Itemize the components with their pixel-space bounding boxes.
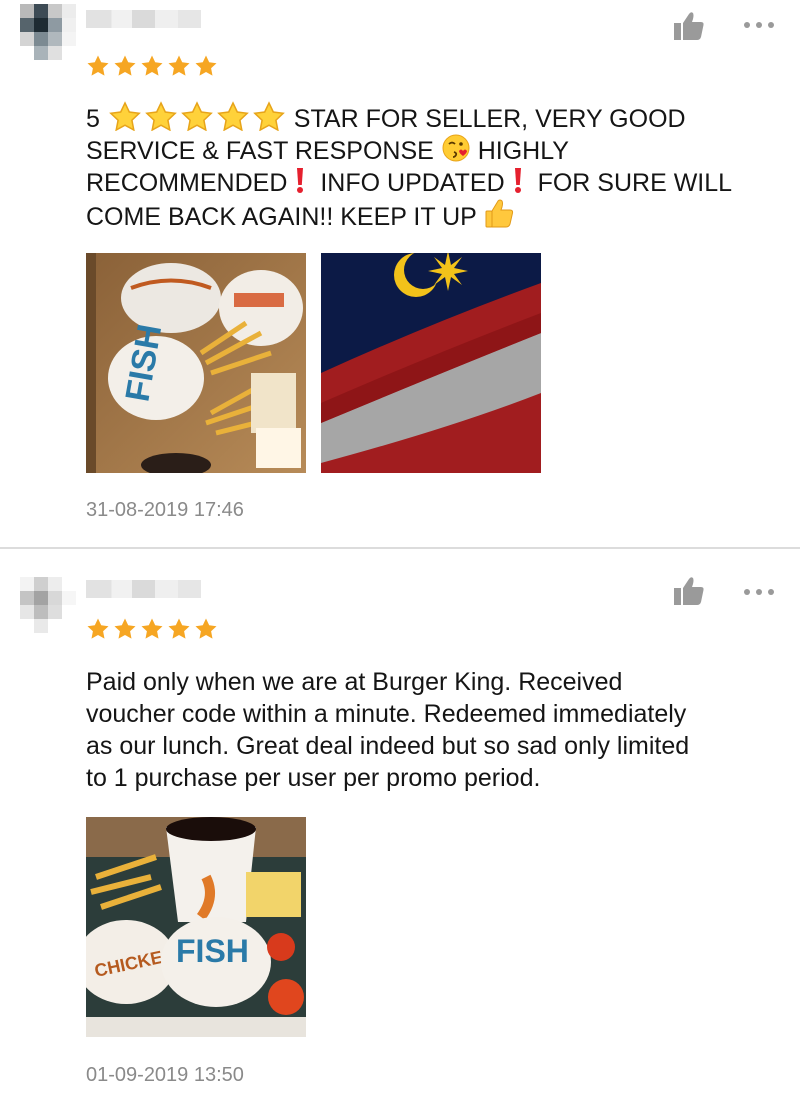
star-icon — [168, 618, 190, 639]
avatar[interactable] — [20, 4, 76, 60]
review-timestamp: 01-09-2019 13:50 — [86, 1064, 244, 1086]
star-icon — [141, 618, 163, 639]
review-photo-malaysia-flag[interactable] — [321, 253, 541, 473]
review-item: 5 STAR FOR SELLER, VERY GOOD SERVICE & F… — [0, 0, 800, 547]
star-icon — [168, 55, 190, 76]
username — [86, 10, 201, 28]
thumbs-up-icon[interactable] — [672, 10, 706, 42]
svg-text:FISH: FISH — [176, 933, 249, 969]
star-icon — [141, 55, 163, 76]
avatar[interactable] — [20, 577, 76, 633]
star-icon — [195, 618, 217, 639]
thumbs-up-emoji-icon — [483, 197, 515, 237]
username — [86, 580, 201, 598]
star-icon — [87, 618, 109, 639]
star-icon — [195, 55, 217, 76]
review-timestamp: 31-08-2019 17:46 — [86, 499, 244, 521]
star-icon — [87, 55, 109, 76]
more-options-icon[interactable] — [744, 20, 778, 30]
review-photo-burger-meal[interactable]: FISH — [86, 253, 306, 473]
review-item: Paid only when we are at Burger King. Re… — [0, 547, 800, 1097]
star-rating — [86, 54, 218, 78]
star-rating — [86, 617, 218, 641]
thumbs-up-icon[interactable] — [672, 575, 706, 607]
star-icon — [114, 618, 136, 639]
review-text: Paid only when we are at Burger King. Re… — [86, 668, 690, 792]
more-options-icon[interactable] — [744, 587, 778, 597]
star-icon — [114, 55, 136, 76]
review-text: 5 STAR FOR SELLER, VERY GOOD SERVICE & F… — [86, 101, 776, 231]
review-photo-fish-burger-meal[interactable]: CHICKE FISH — [86, 817, 306, 1037]
